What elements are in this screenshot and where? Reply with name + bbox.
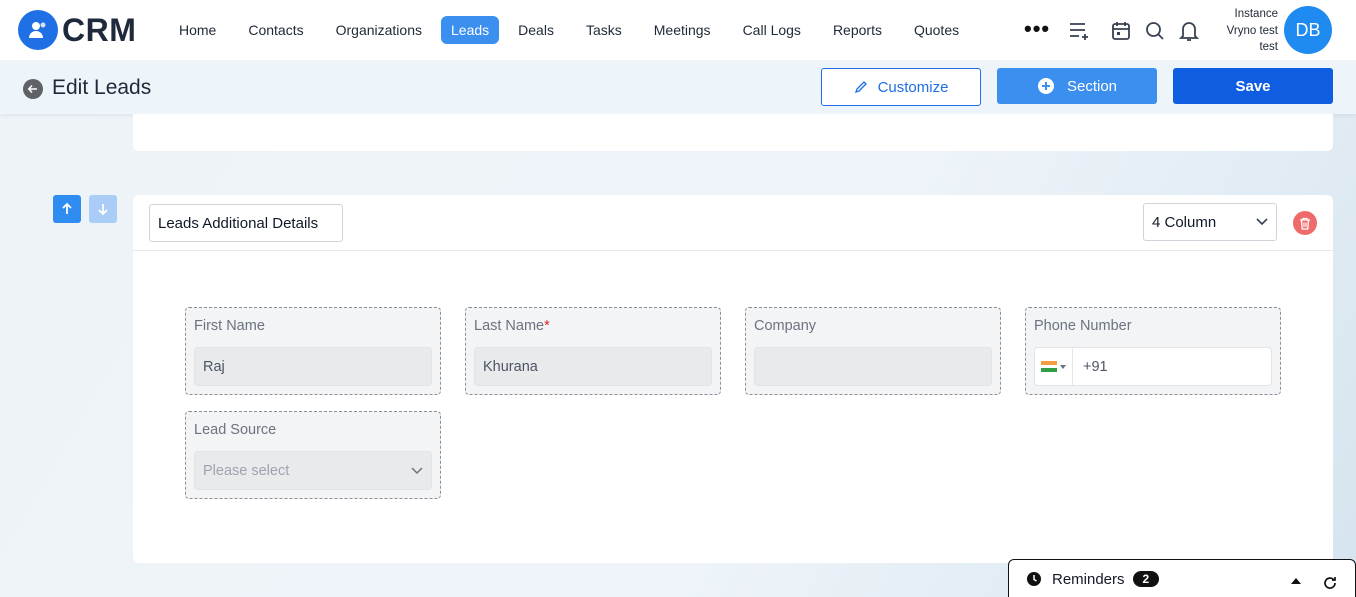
field-phone-number[interactable]: Phone Number +91 [1025, 307, 1281, 395]
move-up-arrow-icon[interactable] [53, 195, 81, 223]
back-arrow-icon[interactable] [23, 79, 43, 99]
nav-item-tasks[interactable]: Tasks [573, 16, 635, 44]
customize-button[interactable]: Customize [821, 68, 981, 106]
pencil-icon [854, 81, 867, 94]
nav-item-deals[interactable]: Deals [505, 16, 567, 44]
logo-text: CRM [62, 11, 137, 48]
refresh-icon[interactable] [1322, 575, 1338, 591]
reminders-count-badge: 2 [1132, 571, 1160, 587]
field-last-name[interactable]: Last Name* Khurana [465, 307, 721, 395]
section-header: Leads Additional Details 4 Column [133, 195, 1333, 251]
top-navbar: CRM Home Contacts Organizations Leads De… [0, 0, 1356, 60]
field-label: Company [754, 318, 817, 334]
caret-down-icon [1060, 364, 1066, 369]
calendar-icon[interactable] [1109, 19, 1133, 43]
first-name-input[interactable]: Raj [194, 347, 432, 386]
page-header: Edit Leads Customize Section Save [0, 60, 1356, 114]
column-layout-select[interactable]: 4 Column [1143, 203, 1277, 241]
section-label: Section [1066, 77, 1118, 95]
save-button[interactable]: Save [1173, 68, 1333, 104]
plus-circle-icon [1037, 78, 1054, 94]
phone-value: +91 [1083, 358, 1108, 375]
caret-up-icon[interactable] [1291, 578, 1301, 584]
nav-item-contacts[interactable]: Contacts [235, 16, 316, 44]
clock-icon [1027, 572, 1041, 586]
crm-logo[interactable]: CRM [18, 10, 136, 50]
add-list-icon[interactable] [1068, 19, 1092, 43]
nav-item-call-logs[interactable]: Call Logs [730, 16, 814, 44]
field-lead-source[interactable]: Lead Source Please select [185, 411, 441, 499]
instance-line-1: Instance [1234, 8, 1278, 20]
select-placeholder: Please select [203, 462, 290, 479]
section-card: Leads Additional Details 4 Column First … [133, 195, 1333, 563]
search-icon[interactable] [1143, 19, 1167, 43]
nav-item-organizations[interactable]: Organizations [323, 16, 435, 44]
more-menu-icon[interactable]: ••• [1024, 18, 1050, 40]
lead-source-select[interactable]: Please select [194, 451, 432, 490]
field-label: Phone Number [1034, 318, 1132, 334]
field-first-name[interactable]: First Name Raj [185, 307, 441, 395]
field-company[interactable]: Company [745, 307, 1001, 395]
customize-label: Customize [877, 78, 949, 96]
phone-number-input[interactable]: +91 [1034, 347, 1272, 386]
required-asterisk: * [544, 318, 550, 334]
india-flag-icon [1041, 361, 1057, 373]
avatar[interactable]: DB [1284, 6, 1332, 54]
add-section-button[interactable]: Section [997, 68, 1157, 104]
bell-icon[interactable] [1177, 19, 1201, 43]
field-label: Lead Source [194, 422, 277, 438]
nav-item-reports[interactable]: Reports [820, 16, 895, 44]
instance-line-2: Vryno test [1226, 24, 1278, 37]
user-group-icon [18, 10, 58, 50]
nav-item-quotes[interactable]: Quotes [901, 16, 972, 44]
nav-item-leads[interactable]: Leads [441, 16, 500, 44]
country-code-dropdown[interactable] [1035, 348, 1073, 385]
section-name-input[interactable]: Leads Additional Details [149, 204, 343, 242]
instance-name: Instance Vryno test test [1208, 6, 1278, 56]
reminders-label: Reminders [1052, 570, 1125, 588]
nav-item-meetings[interactable]: Meetings [641, 16, 724, 44]
field-label: Last Name [474, 318, 545, 334]
company-input[interactable] [754, 347, 992, 386]
chevron-down-icon [411, 466, 423, 474]
move-down-arrow-icon[interactable] [89, 195, 117, 223]
reminders-panel[interactable]: Reminders 2 [1008, 559, 1356, 597]
field-label-wrap: Last Name* [474, 318, 550, 334]
nav-item-home[interactable]: Home [166, 16, 229, 44]
page-title: Edit Leads [52, 76, 152, 99]
trash-icon[interactable] [1293, 211, 1317, 235]
previous-section-card [133, 114, 1333, 151]
field-label: First Name [194, 318, 265, 334]
last-name-input[interactable]: Khurana [474, 347, 712, 386]
main-nav: Home Contacts Organizations Leads Deals … [166, 16, 978, 44]
chevron-down-icon [1256, 218, 1268, 226]
column-layout-value: 4 Column [1152, 213, 1217, 231]
instance-line-3: test [1259, 41, 1278, 53]
